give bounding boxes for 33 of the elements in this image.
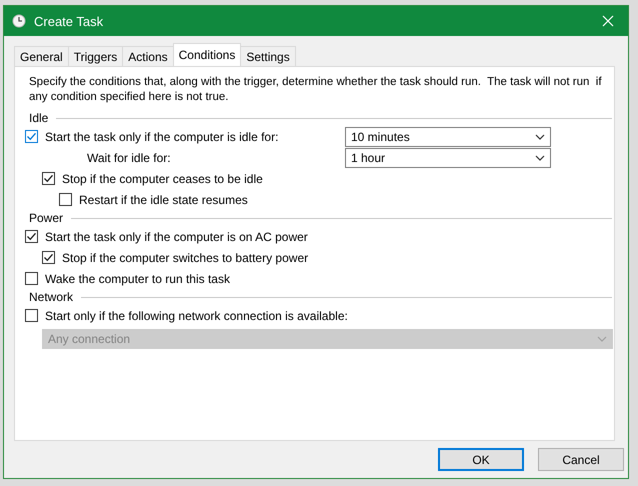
checkbox-label[interactable]: Restart if the idle state resumes (79, 192, 551, 206)
dropdown-caret-icon (597, 336, 607, 342)
dropdown-caret-icon (535, 134, 545, 140)
section-heading: Network (29, 290, 74, 304)
close-icon[interactable] (602, 15, 614, 27)
checkbox[interactable] (59, 193, 72, 206)
tab[interactable]: General (14, 46, 69, 66)
description-text: Specify the conditions that, along with the trigger, determine whether the task should run. The task will not run if any condition specified here is not true. (28, 75, 603, 105)
checkbox-label[interactable]: Start the task only if the computer is idle for: (45, 130, 345, 144)
window-title: Create Task (34, 14, 104, 28)
dropdown[interactable]: 10 minutes (345, 126, 551, 146)
clock-icon (12, 14, 26, 28)
dialog-button[interactable]: OK (438, 448, 524, 471)
checkbox-label[interactable]: Stop if the computer switches to battery power (62, 250, 551, 264)
tab[interactable]: Triggers (68, 46, 124, 66)
checkbox-label[interactable]: Start only if the following network connection is available: (45, 308, 551, 322)
checkbox-label[interactable]: Start the task only if the computer is on AC power (45, 230, 551, 244)
dropdown-caret-icon (535, 154, 545, 160)
checkbox[interactable] (25, 230, 38, 243)
checkbox[interactable] (42, 251, 55, 264)
checkbox-label[interactable]: Stop if the computer ceases to be idle (62, 172, 551, 186)
dropdown[interactable]: 1 hour (345, 148, 551, 168)
section-heading: Power (29, 211, 64, 225)
checkbox-label[interactable]: Wake the computer to run this task (45, 272, 551, 286)
checkbox[interactable] (25, 272, 38, 285)
checkbox[interactable] (25, 309, 38, 322)
tab[interactable]: Settings (240, 46, 296, 66)
checkbox[interactable] (25, 130, 38, 143)
checkbox[interactable] (42, 172, 55, 185)
dialog-button[interactable]: Cancel (538, 448, 624, 471)
field-label: Wait for idle for: (86, 150, 172, 164)
section-heading: Idle (29, 111, 48, 125)
tab[interactable]: Conditions (172, 43, 242, 66)
